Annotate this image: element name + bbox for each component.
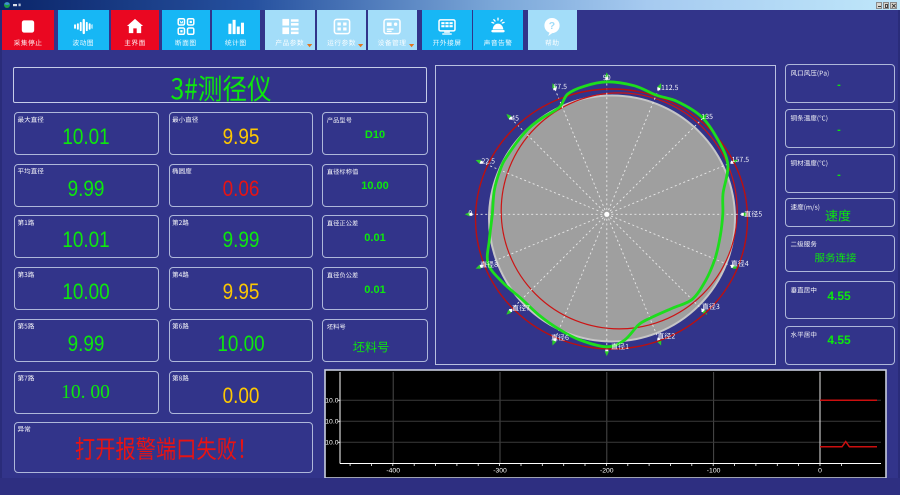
svg-text:-200: -200 — [600, 468, 614, 475]
svg-text:10.0: 10.0 — [325, 419, 338, 426]
svg-text:-100: -100 — [707, 468, 721, 475]
svg-text:-400: -400 — [386, 468, 400, 475]
svg-text:10.0: 10.0 — [325, 440, 338, 447]
svg-text:10.0: 10.0 — [325, 398, 338, 405]
svg-text:?: ? — [549, 21, 555, 32]
svg-text:0: 0 — [818, 468, 822, 475]
svg-text:-300: -300 — [493, 468, 507, 475]
